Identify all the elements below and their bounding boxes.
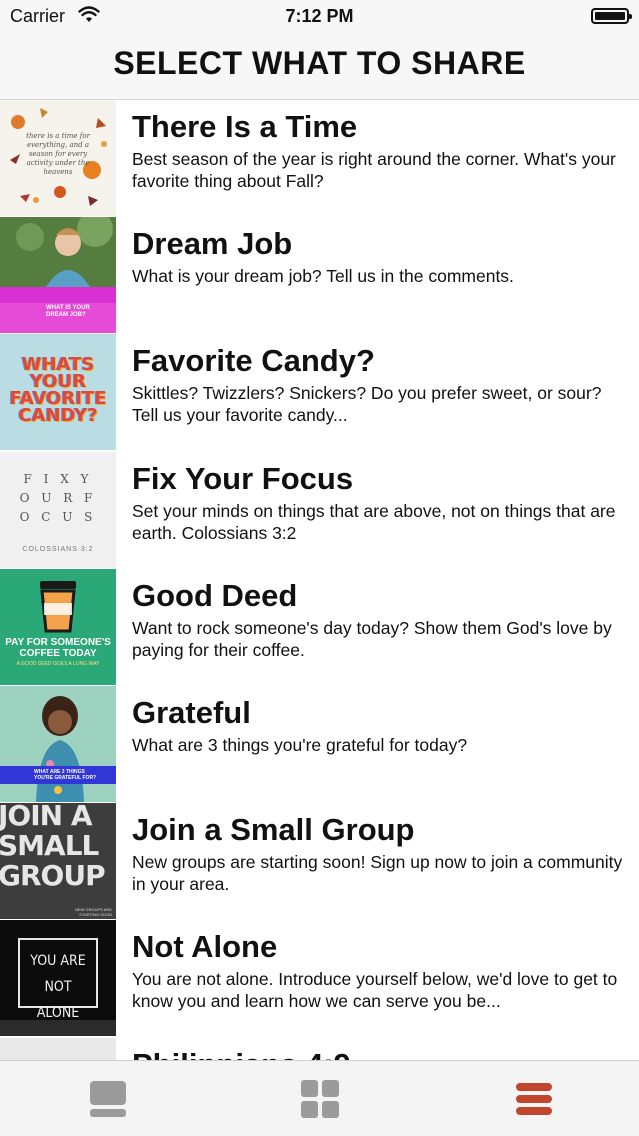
tab-list[interactable] — [514, 1079, 554, 1119]
thumb-caption: WHATS YOUR FAVORITE CANDY? — [9, 354, 107, 427]
item-title: Fix Your Focus — [132, 460, 354, 496]
tab-bar — [0, 1060, 639, 1136]
item-thumbnail: WHAT ARE 3 THINGS YOU'RE GRATEFUL FOR? — [0, 685, 116, 802]
item-title: Grateful — [132, 694, 251, 730]
item-thumbnail: there is a time for everything, and a se… — [0, 100, 116, 216]
item-description: What is your dream job? Tell us in the c… — [132, 266, 514, 287]
thumb-caption: YOU ARE NOT ALONE — [30, 953, 86, 1022]
list-item[interactable]: Philippians 4:9 — [0, 1037, 639, 1061]
list-item[interactable]: YOU ARE NOT ALONE Not Alone You are not … — [0, 920, 639, 1037]
item-title: Philippians 4:9 — [132, 1046, 623, 1061]
coffee-cup-icon — [40, 580, 76, 633]
thumb-caption: PAY FOR SOMEONE'S COFFEE TODAY — [5, 636, 111, 659]
item-description: Set your minds on things that are above,… — [132, 500, 616, 543]
list-item[interactable]: WHAT IS YOUR DREAM JOB? Dream Job What i… — [0, 217, 639, 334]
item-title: Favorite Candy? — [132, 343, 375, 379]
clock: 7:12 PM — [285, 6, 354, 26]
thumb-caption: F I X Y O U R F O C U S — [19, 471, 97, 524]
thumb-caption: there is a time for everything, and a se… — [26, 132, 90, 176]
item-thumbnail: F I X Y O U R F O C U S COLOSSIANS 3:2 — [0, 451, 116, 568]
share-list[interactable]: there is a time for everything, and a se… — [0, 100, 639, 1060]
item-title: Join a Small Group — [132, 812, 415, 848]
item-description: What are 3 things you're grateful for to… — [132, 734, 468, 755]
feed-icon — [90, 1081, 126, 1117]
item-thumbnail — [0, 1037, 116, 1060]
item-description: New groups are starting soon! Sign up no… — [132, 852, 623, 895]
item-thumbnail: JOIN A SMALL GROUP NEW GROUPS ARE STARTI… — [0, 803, 116, 920]
thumb-reference: COLOSSIANS 3:2 — [22, 545, 94, 553]
item-title: There Is a Time — [132, 109, 358, 144]
page-title: SELECT WHAT TO SHARE — [113, 45, 526, 81]
item-thumbnail: YOU ARE NOT ALONE — [0, 920, 116, 1037]
item-description: Best season of the year is right around … — [132, 149, 616, 191]
list-item[interactable]: WHATS YOUR FAVORITE CANDY? Favorite Cand… — [0, 334, 639, 451]
item-title: Good Deed — [132, 577, 298, 613]
item-title: Not Alone — [132, 929, 278, 965]
item-thumbnail: PAY FOR SOMEONE'S COFFEE TODAY A GOOD DE… — [0, 568, 116, 685]
nav-bar: SELECT WHAT TO SHARE — [0, 34, 639, 100]
thumb-caption: WHAT ARE 3 THINGS YOU'RE GRATEFUL FOR? — [34, 768, 97, 781]
item-thumbnail: WHAT IS YOUR DREAM JOB? — [0, 217, 116, 334]
tab-feed[interactable] — [88, 1079, 128, 1119]
thumb-subcaption: A GOOD DEED GOES A LONG WAY — [16, 660, 100, 667]
item-thumbnail: WHATS YOUR FAVORITE CANDY? — [0, 334, 116, 451]
list-icon — [516, 1083, 552, 1115]
item-description: Skittles? Twizzlers? Snickers? Do you pr… — [132, 383, 602, 426]
status-bar: Carrier 7:12 PM — [0, 0, 639, 34]
thumb-caption: WHAT IS YOUR DREAM JOB? — [46, 305, 90, 319]
item-title: Dream Job — [132, 226, 293, 262]
list-item[interactable]: there is a time for everything, and a se… — [0, 100, 639, 217]
thumb-subcaption: NEW GROUPS ARE STARTING SOON — [75, 907, 112, 918]
battery-icon — [591, 8, 632, 24]
item-description: You are not alone. Introduce yourself be… — [132, 969, 618, 1012]
tab-grid[interactable] — [300, 1079, 340, 1119]
list-item[interactable]: PAY FOR SOMEONE'S COFFEE TODAY A GOOD DE… — [0, 568, 639, 686]
list-item[interactable]: JOIN A SMALL GROUP NEW GROUPS ARE STARTI… — [0, 803, 639, 920]
list-item[interactable]: F I X Y O U R F O C U S COLOSSIANS 3:2 F… — [0, 451, 639, 569]
list-item[interactable]: WHAT ARE 3 THINGS YOU'RE GRATEFUL FOR? G… — [0, 685, 639, 803]
thumb-caption: JOIN A SMALL GROUP — [0, 803, 106, 893]
grid-icon — [301, 1080, 339, 1118]
item-description: Want to rock someone's day today? Show t… — [132, 617, 612, 660]
